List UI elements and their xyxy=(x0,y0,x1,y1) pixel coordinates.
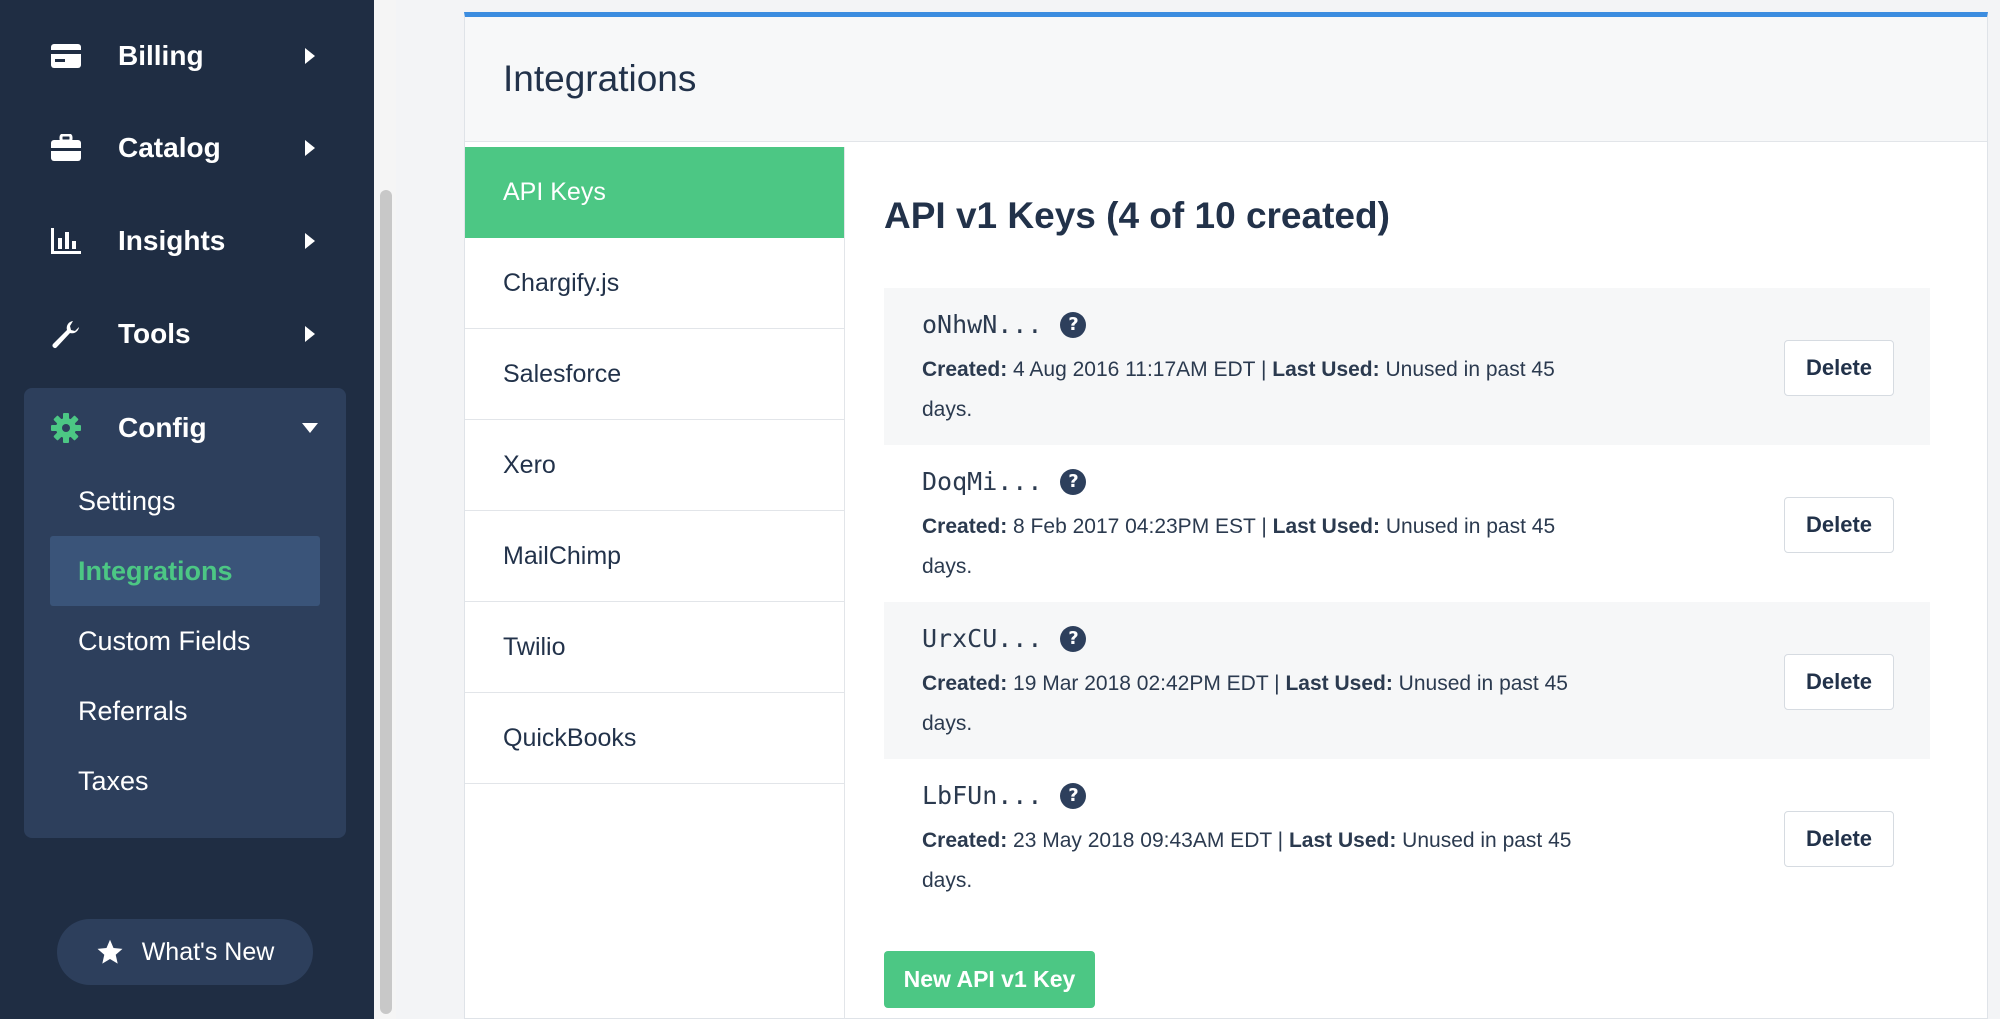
chevron-right-icon xyxy=(298,136,322,160)
card-header: Integrations xyxy=(465,17,1987,142)
question-circle-icon[interactable]: ? xyxy=(1060,625,1087,652)
bar-chart-icon xyxy=(46,221,86,261)
meta-separator: | xyxy=(1261,515,1267,538)
integrations-card: Integrations API Keys Chargify.js Salesf… xyxy=(464,12,1988,1019)
sidebar-item-label: Billing xyxy=(118,40,204,71)
api-key-name-text: UrxCU... xyxy=(922,624,1043,653)
api-key-row: UrxCU... ? Created: 19 Mar 2018 02:42PM … xyxy=(884,602,1930,759)
integration-tabs: API Keys Chargify.js Salesforce Xero Mai… xyxy=(465,147,845,1019)
sidebar-item-label: Insights xyxy=(118,225,226,256)
delete-key-button[interactable]: Delete xyxy=(1784,654,1894,710)
last-used-label: Last Used: xyxy=(1285,672,1393,695)
sidebar-item-config[interactable]: Config xyxy=(24,388,346,468)
credit-card-icon xyxy=(46,36,86,76)
api-key-name: UrxCU... ? xyxy=(922,624,1087,653)
whats-new-button[interactable]: What's New xyxy=(57,919,313,985)
sidebar-subitem-referrals[interactable]: Referrals xyxy=(50,676,320,746)
api-key-name-text: oNhwN... xyxy=(922,310,1043,339)
question-circle-icon[interactable]: ? xyxy=(1060,468,1087,495)
api-key-name-text: LbFUn... xyxy=(922,781,1043,810)
new-api-key-button[interactable]: New API v1 Key xyxy=(884,951,1095,1008)
sidebar-item-label: Catalog xyxy=(118,132,221,163)
chevron-right-icon xyxy=(298,322,322,346)
star-icon xyxy=(96,937,126,967)
sidebar-subitem-custom-fields[interactable]: Custom Fields xyxy=(50,606,320,676)
delete-key-button[interactable]: Delete xyxy=(1784,811,1894,867)
tab-xero[interactable]: Xero xyxy=(465,420,844,511)
meta-separator: | xyxy=(1260,358,1267,381)
created-value: 19 Mar 2018 02:42PM EDT xyxy=(1013,672,1269,695)
last-used-label: Last Used: xyxy=(1288,829,1397,852)
briefcase-icon xyxy=(46,128,86,168)
meta-separator: | xyxy=(1274,672,1280,695)
wrench-icon xyxy=(46,314,86,354)
sidebar-item-insights[interactable]: Insights xyxy=(24,201,346,281)
tab-mailchimp[interactable]: MailChimp xyxy=(465,511,844,602)
sidebar-subitem-settings[interactable]: Settings xyxy=(50,466,320,536)
tab-quickbooks[interactable]: QuickBooks xyxy=(465,693,844,784)
created-label: Created: xyxy=(922,829,1008,852)
gear-icon xyxy=(46,408,86,448)
api-key-meta: Created: 4 Aug 2016 11:17AM EDT | Last U… xyxy=(922,350,1602,430)
api-key-name: oNhwN... ? xyxy=(922,310,1087,339)
delete-key-button[interactable]: Delete xyxy=(1784,340,1894,396)
config-submenu: Config Settings Integrations Custom Fiel… xyxy=(24,388,346,838)
last-used-label: Last Used: xyxy=(1272,515,1380,538)
created-value: 4 Aug 2016 11:17AM EDT xyxy=(1013,358,1256,381)
api-key-row: DoqMi... ? Created: 8 Feb 2017 04:23PM E… xyxy=(884,445,1930,602)
api-key-name: DoqMi... ? xyxy=(922,467,1087,496)
tab-twilio[interactable]: Twilio xyxy=(465,602,844,693)
sidebar-item-label: Config xyxy=(118,412,207,443)
question-circle-icon[interactable]: ? xyxy=(1060,311,1087,338)
sidebar-subitem-taxes[interactable]: Taxes xyxy=(50,746,320,816)
api-key-name: LbFUn... ? xyxy=(922,781,1087,810)
api-key-name-text: DoqMi... xyxy=(922,467,1043,496)
whats-new-label: What's New xyxy=(141,937,275,966)
api-key-row: LbFUn... ? Created: 23 May 2018 09:43AM … xyxy=(884,759,1930,916)
api-key-meta: Created: 23 May 2018 09:43AM EDT | Last … xyxy=(922,821,1602,901)
api-keys-heading: API v1 Keys (4 of 10 created) xyxy=(884,195,1390,236)
sidebar-item-catalog[interactable]: Catalog xyxy=(24,108,346,188)
created-label: Created: xyxy=(922,515,1008,538)
api-key-meta: Created: 8 Feb 2017 04:23PM EST | Last U… xyxy=(922,507,1602,587)
question-circle-icon[interactable]: ? xyxy=(1060,782,1087,809)
chevron-down-icon xyxy=(298,416,322,440)
sidebar: Billing Catalog Insights Tools Config Se… xyxy=(0,0,374,1019)
sidebar-item-tools[interactable]: Tools xyxy=(24,294,346,374)
api-key-row: oNhwN... ? Created: 4 Aug 2016 11:17AM E… xyxy=(884,288,1930,445)
delete-key-button[interactable]: Delete xyxy=(1784,497,1894,553)
created-label: Created: xyxy=(922,672,1008,695)
last-used-label: Last Used: xyxy=(1272,358,1380,381)
tab-chargify-js[interactable]: Chargify.js xyxy=(465,238,844,329)
sidebar-item-billing[interactable]: Billing xyxy=(24,16,346,96)
created-value: 23 May 2018 09:43AM EDT xyxy=(1013,829,1272,852)
api-key-meta: Created: 19 Mar 2018 02:42PM EDT | Last … xyxy=(922,664,1602,744)
created-value: 8 Feb 2017 04:23PM EST xyxy=(1013,515,1256,538)
sidebar-item-label: Tools xyxy=(118,318,191,349)
tab-api-keys[interactable]: API Keys xyxy=(465,147,844,238)
page-title: Integrations xyxy=(503,58,697,99)
tab-salesforce[interactable]: Salesforce xyxy=(465,329,844,420)
created-label: Created: xyxy=(922,358,1008,381)
chevron-right-icon xyxy=(298,44,322,68)
sidebar-scrollbar-thumb[interactable] xyxy=(380,190,392,1014)
chevron-right-icon xyxy=(298,229,322,253)
meta-separator: | xyxy=(1277,829,1284,852)
sidebar-subitem-integrations[interactable]: Integrations xyxy=(50,536,320,606)
